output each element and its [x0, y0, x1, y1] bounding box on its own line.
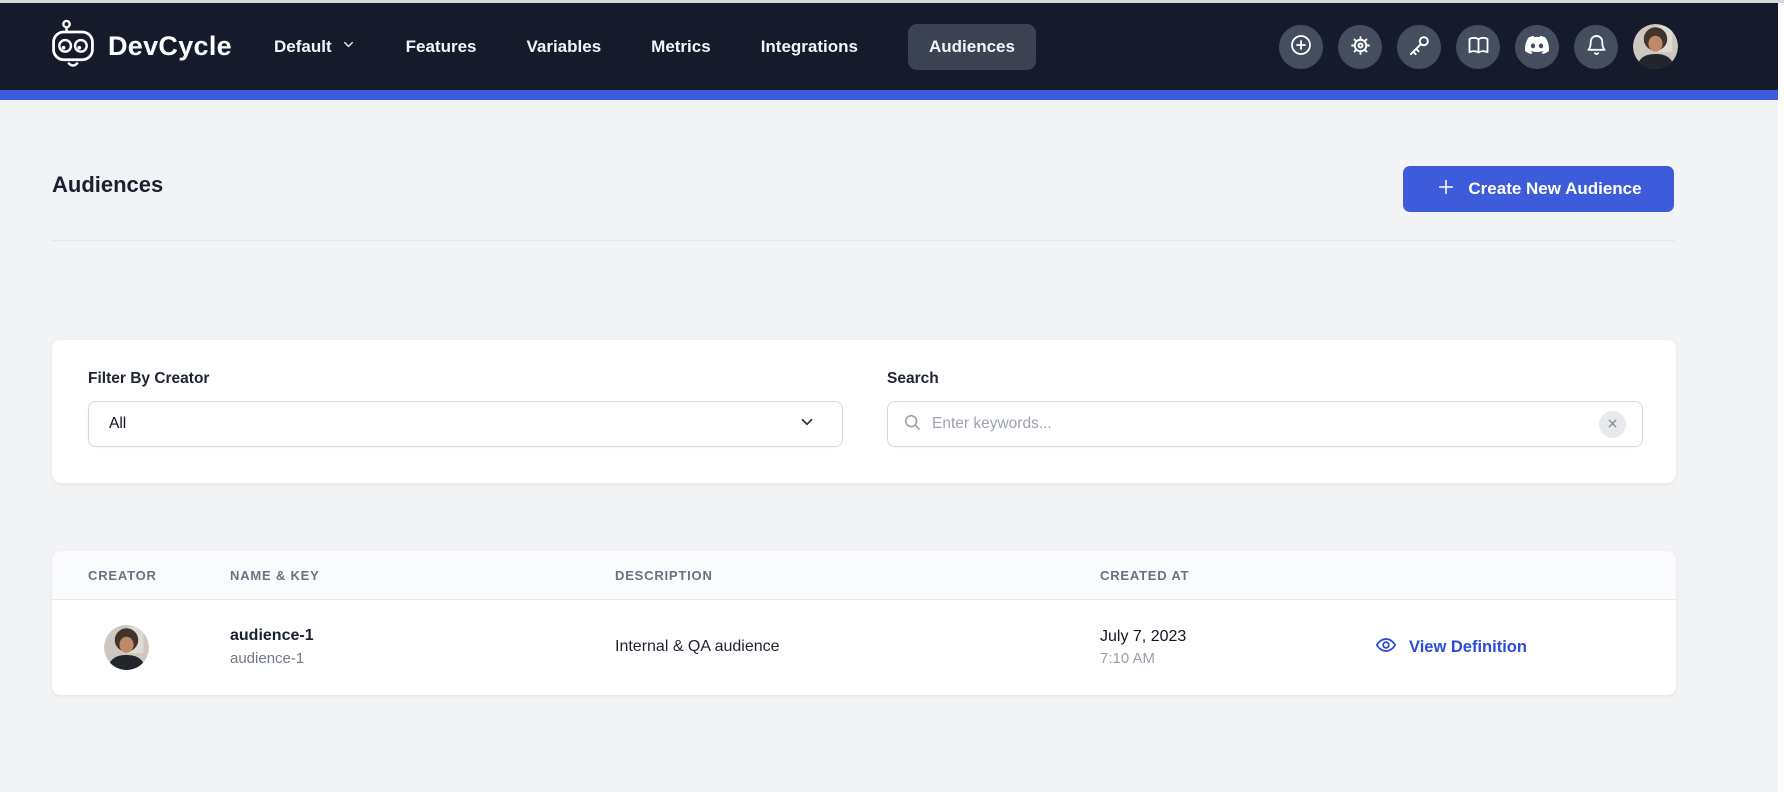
- create-new-audience-label: Create New Audience: [1468, 179, 1641, 199]
- view-definition-link[interactable]: View Definition: [1373, 634, 1676, 661]
- close-icon: [1607, 417, 1618, 432]
- nav-item-features[interactable]: Features: [406, 37, 477, 57]
- api-keys-button[interactable]: [1397, 25, 1441, 69]
- creator-avatar: [104, 625, 149, 670]
- creator-select-value: All: [109, 415, 126, 433]
- created-time: 7:10 AM: [1100, 650, 1373, 667]
- key-icon: [1408, 34, 1431, 60]
- book-icon: [1467, 34, 1490, 60]
- navbar-actions: [1279, 24, 1678, 69]
- created-at-cell: July 7, 2023 7:10 AM: [1100, 628, 1373, 667]
- column-header-created-at: CREATED AT: [1100, 568, 1373, 583]
- column-header-name-key: NAME & KEY: [230, 568, 615, 583]
- settings-button[interactable]: [1338, 25, 1382, 69]
- chevron-down-icon: [341, 37, 356, 57]
- search-icon: [902, 412, 922, 437]
- audience-name: audience-1: [230, 627, 615, 645]
- audiences-page: DevCycle Default Features Variables Metr…: [0, 0, 1784, 792]
- description-cell: Internal & QA audience: [615, 638, 1100, 656]
- window-top-edge: [0, 0, 1784, 3]
- scrollbar-track[interactable]: [1778, 0, 1784, 792]
- creator-cell: [88, 625, 230, 670]
- eye-icon: [1373, 634, 1399, 661]
- nav-item-variables[interactable]: Variables: [526, 37, 601, 57]
- discord-button[interactable]: [1515, 25, 1559, 69]
- bell-icon: [1585, 34, 1608, 60]
- plus-circle-icon: [1289, 33, 1313, 60]
- view-definition-label: View Definition: [1409, 638, 1527, 657]
- filter-card: Filter By Creator All Search: [52, 340, 1676, 483]
- column-header-creator: CREATOR: [88, 568, 230, 583]
- creator-filter-label: Filter By Creator: [88, 370, 843, 388]
- devcycle-robot-icon: [50, 19, 96, 74]
- top-navbar: DevCycle Default Features Variables Metr…: [0, 3, 1784, 90]
- chevron-down-icon: [798, 413, 816, 436]
- project-selector-label: Default: [274, 37, 332, 57]
- search-input[interactable]: [932, 415, 1599, 433]
- create-new-audience-button[interactable]: Create New Audience: [1403, 166, 1674, 212]
- column-header-description: DESCRIPTION: [615, 568, 1100, 583]
- user-avatar[interactable]: [1633, 24, 1678, 69]
- creator-select[interactable]: All: [88, 401, 843, 447]
- creator-filter-group: Filter By Creator All: [88, 370, 843, 447]
- brand-wordmark: DevCycle: [108, 31, 232, 62]
- nav-item-audiences[interactable]: Audiences: [908, 24, 1036, 70]
- gear-icon: [1349, 34, 1372, 60]
- header-divider: [52, 240, 1675, 241]
- search-group: Search: [887, 370, 1643, 447]
- clear-search-button[interactable]: [1599, 411, 1626, 438]
- add-button[interactable]: [1279, 25, 1323, 69]
- search-label: Search: [887, 370, 1643, 388]
- primary-nav: Default Features Variables Metrics Integ…: [274, 24, 1036, 70]
- project-selector-dropdown[interactable]: Default: [274, 37, 356, 57]
- accent-bar: [0, 90, 1778, 100]
- name-key-cell: audience-1 audience-1: [230, 627, 615, 667]
- nav-item-metrics[interactable]: Metrics: [651, 37, 711, 57]
- created-date: July 7, 2023: [1100, 628, 1373, 646]
- nav-item-integrations[interactable]: Integrations: [761, 37, 858, 57]
- docs-button[interactable]: [1456, 25, 1500, 69]
- discord-icon: [1525, 33, 1549, 60]
- table-row: audience-1 audience-1 Internal & QA audi…: [52, 600, 1676, 694]
- audience-key: audience-1: [230, 650, 615, 667]
- plus-icon: [1435, 176, 1457, 203]
- notifications-button[interactable]: [1574, 25, 1618, 69]
- brand-logo[interactable]: DevCycle: [50, 19, 232, 74]
- page-title: Audiences: [52, 172, 163, 198]
- table-header-row: CREATOR NAME & KEY DESCRIPTION CREATED A…: [52, 551, 1676, 600]
- actions-cell: View Definition: [1373, 634, 1676, 661]
- audiences-table: CREATOR NAME & KEY DESCRIPTION CREATED A…: [52, 551, 1676, 695]
- search-input-wrapper: [887, 401, 1643, 447]
